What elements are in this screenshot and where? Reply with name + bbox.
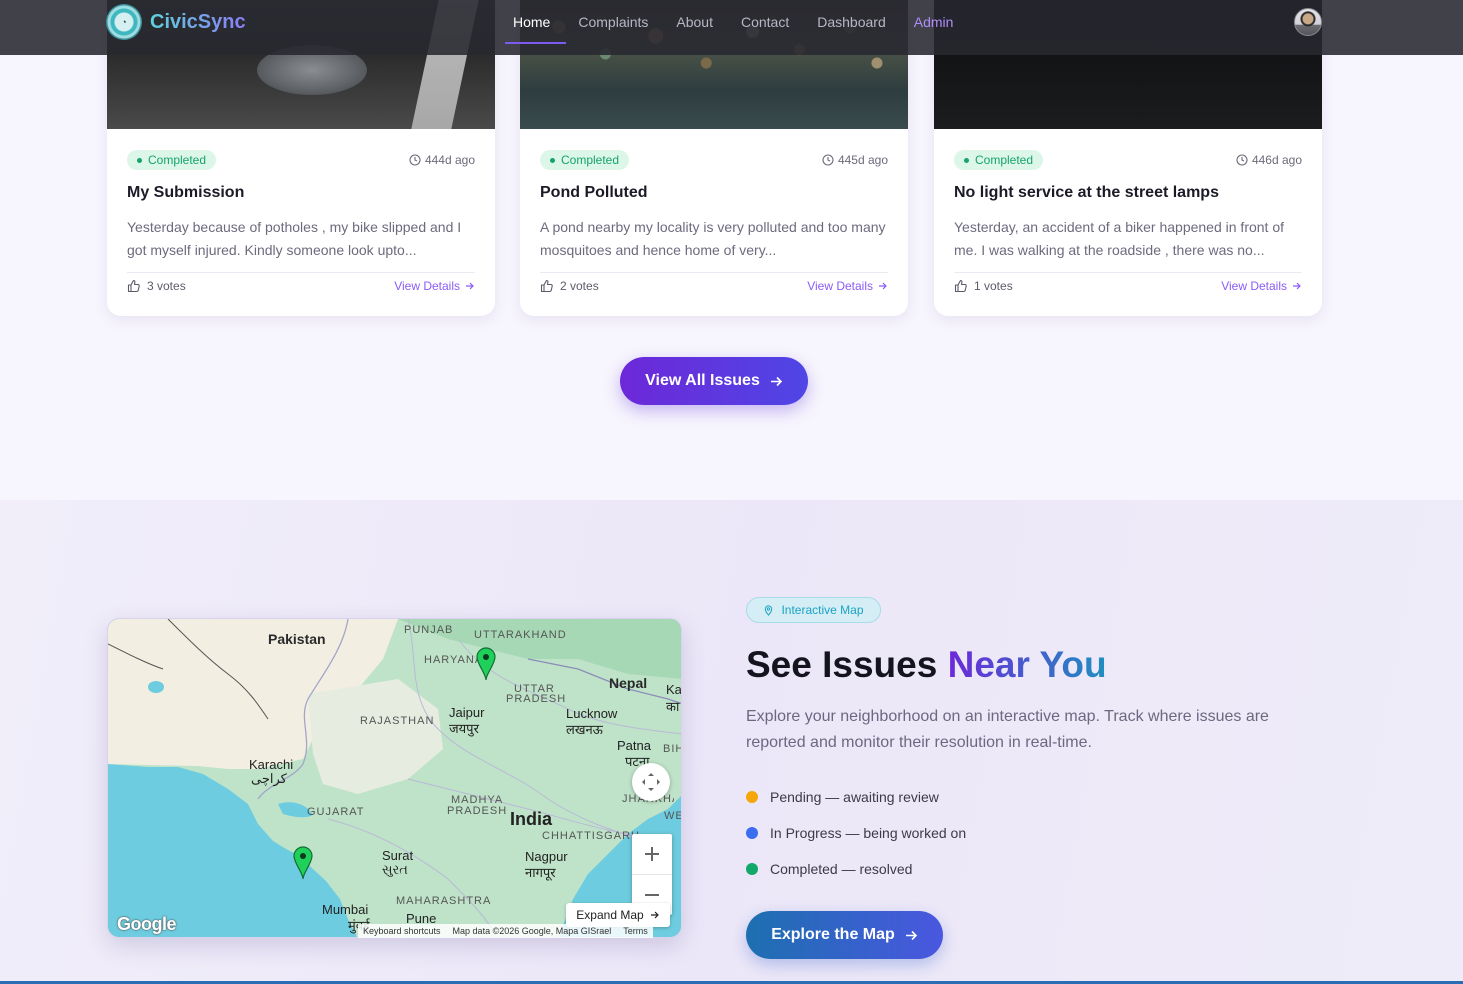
map-label: RAJASTHAN <box>360 715 435 727</box>
map-label: जयपुर <box>449 721 479 736</box>
issue-title: No light service at the street lamps <box>954 184 1219 201</box>
arrow-right-icon <box>466 282 474 289</box>
map-label: लखनऊ <box>566 722 603 737</box>
minus-icon <box>645 893 659 896</box>
map-label: સુરત <box>382 862 408 877</box>
map-label: UTTARAKHAND <box>474 629 567 641</box>
map-marker-completed[interactable] <box>293 846 313 880</box>
map-label: کراچی <box>251 771 287 786</box>
vote-button[interactable]: 1 votes <box>954 279 1013 293</box>
issue-age: 444d ago <box>409 153 475 167</box>
user-avatar[interactable] <box>1294 8 1322 36</box>
map-label: नागपूर <box>525 865 556 880</box>
nav-dashboard[interactable]: Dashboard <box>817 0 886 44</box>
legend-pending: Pending — awaiting review <box>746 786 966 808</box>
map-label: BIH <box>663 743 681 755</box>
zoom-in-button[interactable] <box>632 835 672 875</box>
nav-about[interactable]: About <box>676 0 713 44</box>
vote-button[interactable]: 2 votes <box>540 279 599 293</box>
arrow-right-icon <box>1293 282 1301 289</box>
map-label: Pakistan <box>268 631 326 647</box>
map-attribution: Keyboard shortcuts Map data ©2026 Google… <box>358 924 653 938</box>
map-label: India <box>510 809 553 829</box>
clock-icon <box>409 154 421 166</box>
issue-title: Pond Polluted <box>540 184 648 201</box>
map-label: Mumbai <box>322 902 369 917</box>
map-label: का <box>666 699 680 714</box>
pending-dot <box>746 791 758 803</box>
brand-logo[interactable]: ◔ CivicSync <box>106 4 246 40</box>
map-label: Karachi <box>249 757 294 772</box>
map-label: Ka <box>666 682 682 697</box>
view-details-link[interactable]: View Details <box>394 279 475 293</box>
view-details-link[interactable]: View Details <box>1221 279 1302 293</box>
map-label: MAHARASHTRA <box>396 895 492 907</box>
arrow-right-icon <box>905 930 917 940</box>
interactive-map-pill: Interactive Map <box>746 597 881 623</box>
plus-icon <box>645 847 659 861</box>
thumbs-up-icon <box>954 279 967 292</box>
status-badge: Completed <box>954 150 1044 170</box>
nav-complaints[interactable]: Complaints <box>578 0 648 44</box>
map-pan-control[interactable] <box>632 763 670 801</box>
nav-links: Home Complaints About Contact Dashboard … <box>505 0 981 44</box>
map-label: Surat <box>382 848 414 863</box>
map-label: GUJARAT <box>307 806 365 818</box>
map-section-heading: See Issues Near You <box>746 644 1107 685</box>
pan-arrows-icon <box>642 773 660 791</box>
map-data-credit: Map data ©2026 Google, Mapa GISrael <box>452 926 612 936</box>
arrow-right-icon <box>650 911 659 919</box>
nav-home[interactable]: Home <box>505 0 567 44</box>
explore-map-button[interactable]: Explore the Map <box>746 911 943 959</box>
view-all-issues-button[interactable]: View All Issues <box>620 357 808 405</box>
logo-icon: ◔ <box>106 4 142 40</box>
status-legend: Pending — awaiting review In Progress — … <box>746 786 966 894</box>
issue-description: Yesterday because of potholes , my bike … <box>127 219 462 258</box>
top-navbar: ◔ CivicSync Home Complaints About Contac… <box>0 0 1463 55</box>
map-label: HARYANA <box>424 654 484 666</box>
keyboard-shortcuts-link[interactable]: Keyboard shortcuts <box>363 926 441 936</box>
map-label: Nagpur <box>525 849 568 864</box>
google-logo: Google <box>117 914 177 934</box>
view-details-link[interactable]: View Details <box>807 279 888 293</box>
map-section-description: Explore your neighborhood on an interact… <box>746 708 1269 751</box>
clock-icon <box>822 154 834 166</box>
map-label: CHHATTISGARH <box>542 830 640 842</box>
issue-description: A pond nearby my locality is very pollut… <box>540 219 886 258</box>
clock-icon <box>1236 154 1248 166</box>
map-terrain <box>108 619 681 937</box>
map-label: Jaipur <box>449 705 485 720</box>
arrow-right-icon <box>770 376 782 386</box>
thumbs-up-icon <box>127 279 140 292</box>
completed-dot <box>746 863 758 875</box>
legend-in-progress: In Progress — being worked on <box>746 822 966 844</box>
issue-age: 445d ago <box>822 153 888 167</box>
map-label: PUNJAB <box>404 624 454 636</box>
recent-issues-section: Completed 444d ago My Submission Yesterd… <box>0 0 1463 500</box>
map-label: PRADESH <box>506 693 567 705</box>
map-marker-completed[interactable] <box>476 647 496 681</box>
status-badge: Completed <box>127 150 217 170</box>
arrow-right-icon <box>879 282 887 289</box>
status-badge: Completed <box>540 150 630 170</box>
map-label: Lucknow <box>566 706 618 721</box>
nav-contact[interactable]: Contact <box>741 0 789 44</box>
issue-title: My Submission <box>127 184 245 201</box>
map-label: PRADESH <box>447 805 508 817</box>
issue-description: Yesterday, an accident of a biker happen… <box>954 219 1285 258</box>
map-label: Nepal <box>609 675 648 691</box>
thumbs-up-icon <box>540 279 553 292</box>
issue-age: 446d ago <box>1236 153 1302 167</box>
terms-link[interactable]: Terms <box>623 926 648 936</box>
legend-completed: Completed — resolved <box>746 858 966 880</box>
brand-name: CivicSync <box>150 10 246 33</box>
map-label: Patna <box>617 738 651 753</box>
map-label: WE <box>664 810 682 822</box>
location-pin-icon <box>765 604 773 616</box>
interactive-map[interactable]: Pakistan PUNJAB UTTARAKHAND HARYANA UTTA… <box>107 618 682 938</box>
nav-admin[interactable]: Admin <box>914 0 954 44</box>
in-progress-dot <box>746 827 758 839</box>
vote-button[interactable]: 3 votes <box>127 279 186 293</box>
